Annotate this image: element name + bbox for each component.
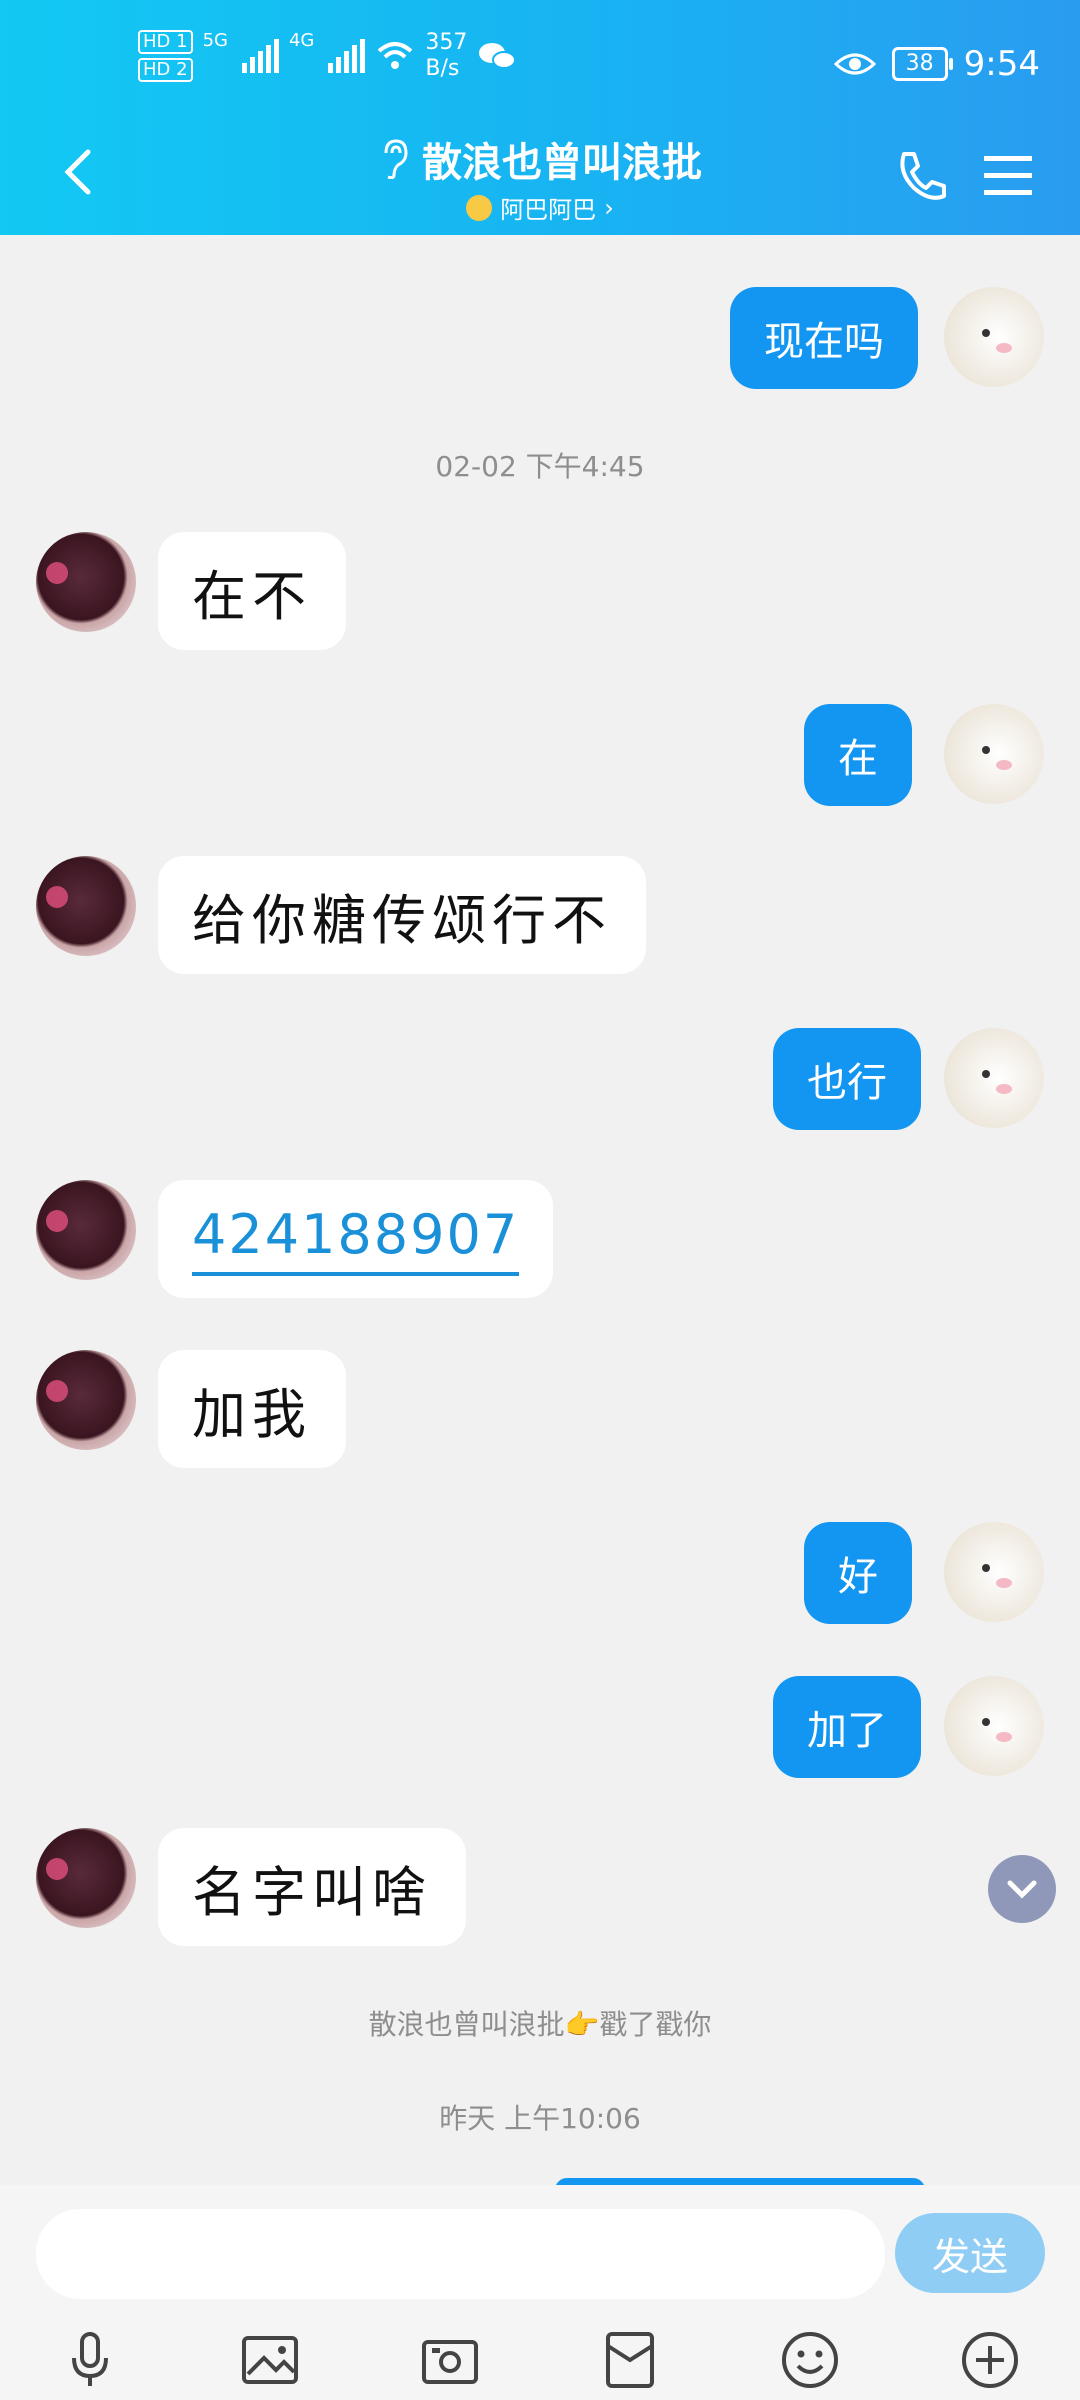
contact-avatar[interactable] <box>36 1828 136 1928</box>
message-text: 名字叫啥 <box>192 1860 432 1924</box>
message-bubble-out[interactable]: 加了 <box>773 1676 921 1778</box>
eye-icon <box>833 53 876 75</box>
message-bubble-in[interactable]: 加我 <box>158 1350 346 1468</box>
net-speed: 357 B/s <box>425 30 467 82</box>
emoji-face-icon <box>466 194 493 221</box>
status-right: 38 9:54 <box>833 44 1040 84</box>
timestamp: 02-02 下午4:45 <box>435 450 645 483</box>
self-avatar[interactable] <box>944 1522 1044 1622</box>
contact-avatar[interactable] <box>36 532 136 632</box>
message-bubble-in-link[interactable]: 424188907 <box>158 1180 554 1298</box>
message-text: 现在吗 <box>764 319 884 365</box>
message-bubble-out[interactable]: 好 <box>804 1522 912 1624</box>
poke-notice: 散浪也曾叫浪批👉戳了戳你 <box>368 2008 712 2041</box>
message-text: 加我 <box>192 1382 312 1446</box>
send-label: 发送 <box>931 2234 1008 2279</box>
phone-icon[interactable] <box>890 146 950 206</box>
emoji-icon[interactable] <box>778 2328 842 2392</box>
contact-avatar[interactable] <box>36 1350 136 1450</box>
chat-subtitle-text: 阿巴阿巴 <box>500 196 597 224</box>
composer: 发送 <box>0 2185 1080 2400</box>
contact-avatar[interactable] <box>36 1180 136 1280</box>
message-bubble-out[interactable]: 在 <box>804 704 912 806</box>
net-speed-unit: B/s <box>425 56 460 81</box>
net-speed-value: 357 <box>425 30 468 55</box>
signal-5g-label: 5G <box>202 30 228 51</box>
chat-subtitle[interactable]: 阿巴阿巴 › <box>466 190 614 225</box>
red-packet-icon[interactable] <box>598 2328 662 2392</box>
message-bubble-out[interactable]: 现在吗 <box>730 287 918 389</box>
photo-icon[interactable] <box>238 2328 302 2392</box>
wechat-icon <box>479 43 517 69</box>
signal-bars-icon <box>241 39 279 73</box>
chevron-right-icon: › <box>604 193 614 222</box>
message-bubble-in[interactable]: 给你糖传颂行不 <box>158 856 646 974</box>
signal-4g-label: 4G <box>288 30 315 51</box>
self-avatar[interactable] <box>944 1676 1044 1776</box>
timestamp: 昨天 上午10:06 <box>439 2102 641 2135</box>
chat-title[interactable]: 散浪也曾叫浪批 <box>378 130 702 188</box>
clock: 9:54 <box>963 44 1040 84</box>
message-text: 给你糖传颂行不 <box>192 888 612 952</box>
self-avatar[interactable] <box>944 287 1044 387</box>
nav-bar: 散浪也曾叫浪批 阿巴阿巴 › <box>0 130 1080 235</box>
self-avatar[interactable] <box>944 1028 1044 1128</box>
message-text: 在不 <box>192 564 312 628</box>
message-bubble-out[interactable]: 也行 <box>773 1028 921 1130</box>
send-button[interactable]: 发送 <box>895 2213 1045 2293</box>
message-input[interactable] <box>36 2209 885 2299</box>
ear-icon <box>384 139 408 179</box>
message-text: 在 <box>838 736 878 782</box>
wifi-icon <box>378 42 413 69</box>
composer-toolbar <box>0 2320 1080 2400</box>
message-text: 也行 <box>807 1060 887 1106</box>
message-text: 好 <box>838 1554 878 1600</box>
status-left: HD 1 HD 2 5G 4G 357 B/s <box>138 30 517 82</box>
chat-title-text: 散浪也曾叫浪批 <box>422 140 702 186</box>
scroll-to-bottom-button[interactable] <box>988 1855 1056 1923</box>
camera-icon[interactable] <box>418 2328 482 2392</box>
hd1-badge: HD 1 <box>138 30 193 54</box>
message-bubble-in[interactable]: 名字叫啥 <box>158 1828 466 1946</box>
hd2-badge: HD 2 <box>138 58 193 82</box>
message-text: 加了 <box>807 1708 887 1754</box>
battery-icon: 38 <box>891 47 953 81</box>
chat-header: HD 1 HD 2 5G 4G 357 B/s 38 9:54 散浪也曾叫浪批 … <box>0 0 1080 235</box>
contact-avatar[interactable] <box>36 856 136 956</box>
message-list[interactable]: 现在吗 02-02 下午4:45 在不 在 给你糖传颂行不 也行 4241889… <box>0 235 1080 2185</box>
chevron-down-icon <box>1007 1880 1037 1899</box>
microphone-icon[interactable] <box>58 2328 122 2392</box>
plus-icon[interactable] <box>958 2328 1022 2392</box>
qq-number-link[interactable]: 424188907 <box>192 1203 520 1276</box>
hd-badges: HD 1 HD 2 <box>138 30 193 82</box>
signal-bars-icon-2 <box>328 39 366 73</box>
status-bar: HD 1 HD 2 5G 4G 357 B/s 38 9:54 <box>0 0 1080 130</box>
message-bubble-in[interactable]: 在不 <box>158 532 346 650</box>
self-avatar[interactable] <box>944 704 1044 804</box>
menu-icon[interactable] <box>980 148 1036 204</box>
